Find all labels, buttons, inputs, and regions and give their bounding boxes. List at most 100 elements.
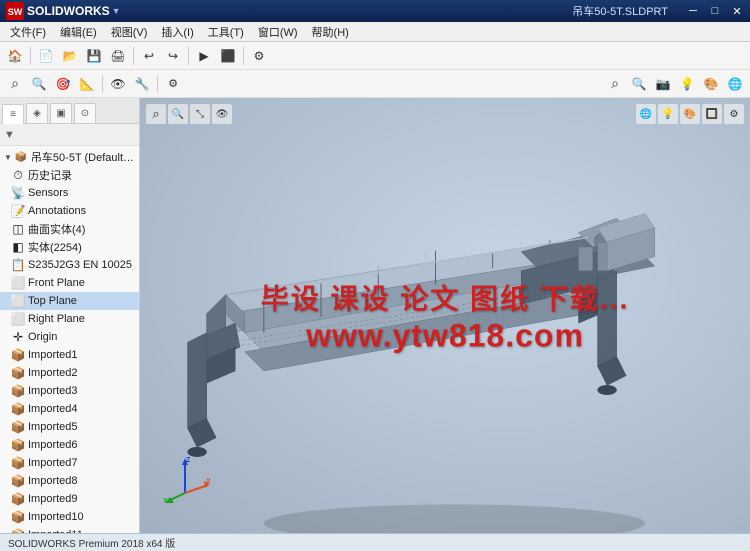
tree-item-origin[interactable]: ✛ Origin — [0, 328, 139, 346]
tree-item-imported5[interactable]: 📦 Imported5 — [0, 418, 139, 436]
tb-vp-zoom-button[interactable]: 🔍 — [628, 73, 650, 95]
vp-display-style-button[interactable]: 🌐 — [636, 104, 656, 124]
panel-tab-config[interactable]: ▣ — [50, 103, 72, 123]
imported4-icon: 📦 — [10, 401, 26, 417]
tree-item-right-plane[interactable]: ⬜ Right Plane — [0, 310, 139, 328]
surface-bodies-icon: ◫ — [10, 221, 26, 237]
vp-settings-button[interactable]: ⚙ — [724, 104, 744, 124]
panel-tab-property[interactable]: ◈ — [26, 103, 48, 123]
menu-bar: 文件(F) 编辑(E) 视图(V) 插入(I) 工具(T) 窗口(W) 帮助(H… — [0, 22, 750, 42]
tb-rebuild-button[interactable]: ▶ — [193, 45, 215, 67]
tree-item-top-plane[interactable]: ⬜ Top Plane — [0, 292, 139, 310]
tree-item-sensors-label: Sensors — [28, 187, 68, 199]
menu-view[interactable]: 视图(V) — [105, 22, 154, 42]
tb-stop-button[interactable]: ⬛ — [217, 45, 239, 67]
vp-view-button[interactable]: 👁 — [212, 104, 232, 124]
origin-icon: ✛ — [10, 329, 26, 345]
tb-vp-render-button[interactable]: 🎨 — [700, 73, 722, 95]
tree-item-imported9[interactable]: 📦 Imported9 — [0, 490, 139, 508]
imported11-icon: 📦 — [10, 527, 26, 533]
menu-file[interactable]: 文件(F) — [4, 22, 52, 42]
tree-item-front-plane[interactable]: ⬜ Front Plane — [0, 274, 139, 292]
tree-item-imported2[interactable]: 📦 Imported2 — [0, 364, 139, 382]
tb-undo-button[interactable]: ↩ — [138, 45, 160, 67]
tb-vp-search-button[interactable]: ⌕ — [604, 73, 626, 95]
tree-item-imported4[interactable]: 📦 Imported4 — [0, 400, 139, 418]
axes-indicator: Z X Y — [160, 453, 210, 503]
tb-new-button[interactable]: 📄 — [35, 45, 57, 67]
tree-item-sensors[interactable]: 📡 Sensors — [0, 184, 139, 202]
tree-item-imported7[interactable]: 📦 Imported7 — [0, 454, 139, 472]
tb-hide-button[interactable]: 🔧 — [131, 73, 153, 95]
menu-edit[interactable]: 编辑(E) — [54, 22, 103, 42]
menu-help[interactable]: 帮助(H) — [306, 22, 355, 42]
imported10-icon: 📦 — [10, 509, 26, 525]
tree-item-imported1[interactable]: 📦 Imported1 — [0, 346, 139, 364]
axes-svg: Z X Y — [160, 453, 210, 503]
svg-text:X: X — [206, 478, 210, 485]
tree-item-imported6[interactable]: 📦 Imported6 — [0, 436, 139, 454]
vp-expand-button[interactable]: ⤡ — [190, 104, 210, 124]
feature-tree-panel: ≡ ◈ ▣ ⊙ ▼ ▼ 📦 吊车50-5T (Default<<De ⏱ 历史记… — [0, 98, 140, 533]
filter-icon: ▼ — [4, 129, 15, 141]
viewport-toolbar: ⌕ 🔍 ⤡ 👁 🌐 💡 🎨 🔲 ⚙ — [146, 104, 744, 124]
tree-item-imported11[interactable]: 📦 Imported11 — [0, 526, 139, 533]
tb-home-button[interactable]: 🏠 — [4, 45, 26, 67]
toolbar-separator-4 — [243, 47, 244, 65]
tree-item-history-label: 历史记录 — [28, 167, 72, 183]
toolbar-view: ⌕ 🔍 🎯 📐 👁 🔧 ⚙ ⌕ 🔍 📷 💡 🎨 🌐 — [0, 70, 750, 98]
tree-item-imported8-label: Imported8 — [28, 475, 78, 487]
title-bar: SW SOLIDWORKS ▼ 吊车50-5T.SLDPRT ─ □ ✕ — [0, 0, 750, 22]
tree-item-material-label: S235J2G3 EN 10025 — [28, 259, 132, 271]
vp-appearance-button[interactable]: 🎨 — [680, 104, 700, 124]
menu-tools[interactable]: 工具(T) — [202, 22, 250, 42]
panel-tab-feature-tree[interactable]: ≡ — [2, 104, 24, 124]
tb-mate-button[interactable]: ⚙ — [162, 73, 184, 95]
main-area: ≡ ◈ ▣ ⊙ ▼ ▼ 📦 吊车50-5T (Default<<De ⏱ 历史记… — [0, 98, 750, 533]
tb-zoom-area-button[interactable]: 🔍 — [28, 73, 50, 95]
tb-redo-button[interactable]: ↪ — [162, 45, 184, 67]
tree-item-imported4-label: Imported4 — [28, 403, 78, 415]
3d-viewport[interactable]: ⌕ 🔍 ⤡ 👁 🌐 💡 🎨 🔲 ⚙ — [140, 98, 750, 533]
tree-item-surface-bodies[interactable]: ◫ 曲面实体(4) — [0, 220, 139, 238]
toolbar2-separator-2 — [157, 75, 158, 93]
minimize-button[interactable]: ─ — [686, 4, 700, 18]
tb-save-button[interactable]: 💾 — [83, 45, 105, 67]
vp-bg-button[interactable]: 🔲 — [702, 104, 722, 124]
tree-item-origin-label: Origin — [28, 331, 57, 343]
tb-open-button[interactable]: 📂 — [59, 45, 81, 67]
tree-item-material[interactable]: 📋 S235J2G3 EN 10025 — [0, 256, 139, 274]
tree-root-item[interactable]: ▼ 📦 吊车50-5T (Default<<De — [0, 148, 139, 166]
close-button[interactable]: ✕ — [730, 4, 744, 18]
tree-item-annotations-label: Annotations — [28, 205, 86, 217]
tree-item-history[interactable]: ⏱ 历史记录 — [0, 166, 139, 184]
toolbar2-separator — [102, 75, 103, 93]
tb-vp-scene-button[interactable]: 🌐 — [724, 73, 746, 95]
tree-item-imported8[interactable]: 📦 Imported8 — [0, 472, 139, 490]
tb-vp-light-button[interactable]: 💡 — [676, 73, 698, 95]
menu-insert[interactable]: 插入(I) — [155, 22, 199, 42]
tree-item-imported10[interactable]: 📦 Imported10 — [0, 508, 139, 526]
tb-section-view-button[interactable]: 📐 — [76, 73, 98, 95]
svg-text:Z: Z — [186, 457, 191, 464]
feature-tree-area[interactable]: ▼ 📦 吊车50-5T (Default<<De ⏱ 历史记录 📡 Sensor… — [0, 146, 139, 533]
tree-item-imported6-label: Imported6 — [28, 439, 78, 451]
maximize-button[interactable]: □ — [708, 4, 722, 18]
panel-tab-dim[interactable]: ⊙ — [74, 103, 96, 123]
tb-view-orient-button[interactable]: 🎯 — [52, 73, 74, 95]
tree-item-solid-bodies[interactable]: ◧ 实体(2254) — [0, 238, 139, 256]
tb-print-button[interactable]: 🖨 — [107, 45, 129, 67]
status-bar: SOLIDWORKS Premium 2018 x64 版 — [0, 533, 750, 551]
tb-vp-camera-button[interactable]: 📷 — [652, 73, 674, 95]
vp-zoom-button[interactable]: 🔍 — [168, 104, 188, 124]
tree-item-imported3[interactable]: 📦 Imported3 — [0, 382, 139, 400]
menu-window[interactable]: 窗口(W) — [252, 22, 304, 42]
vp-scene-button[interactable]: 💡 — [658, 104, 678, 124]
imported1-icon: 📦 — [10, 347, 26, 363]
tree-item-annotations[interactable]: 📝 Annotations — [0, 202, 139, 220]
tb-options-button[interactable]: ⚙ — [248, 45, 270, 67]
vp-zoom-fit-button[interactable]: ⌕ — [146, 104, 166, 124]
title-chevron[interactable]: ▼ — [112, 6, 121, 16]
tb-display-button[interactable]: 👁 — [107, 73, 129, 95]
tb-zoom-fit-button[interactable]: ⌕ — [4, 73, 26, 95]
